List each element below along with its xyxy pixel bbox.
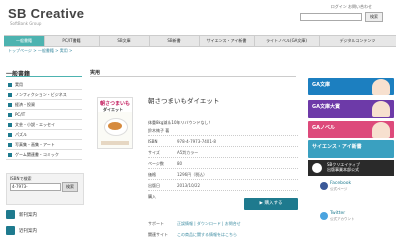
bullet-icon — [8, 153, 12, 157]
cover-title-2: ダイエット — [103, 107, 123, 112]
nav-sbbunko[interactable]: SB文庫 — [99, 36, 150, 46]
category-divider — [90, 76, 296, 77]
sidebar-divider — [6, 76, 82, 77]
twitter-icon[interactable] — [320, 212, 328, 220]
logo-subtitle: SoftBank Group — [10, 21, 42, 26]
sidebar-item-game[interactable]: ゲーム関連書・コミック — [6, 150, 82, 160]
character-illustration — [372, 79, 390, 95]
sidebar-item-nonfiction[interactable]: ノンフィクション・ビジネス — [6, 90, 82, 100]
character-illustration — [372, 122, 390, 138]
isbn-input[interactable]: 4-7973- — [10, 183, 61, 191]
sidebar-item-puzzle[interactable]: パズル — [6, 130, 82, 140]
bullet-icon — [8, 113, 12, 117]
info-row-price: 価格 1296円（税込） — [148, 170, 298, 180]
book-cover[interactable]: 朝さつまいも ダイエット — [97, 97, 133, 149]
nav-ga-bunko[interactable]: ライトノベル(GA文庫) — [254, 36, 320, 46]
site-search-button[interactable]: 検索 — [365, 12, 383, 22]
breadcrumb[interactable]: トップページ > 一般書籍 > 実用 > — [8, 48, 72, 53]
isbn-search-label: ISBNで検索 — [10, 176, 32, 181]
sidebar-item-photo[interactable]: 写真集・画集・アート — [6, 140, 82, 150]
cover-title: 朝さつまいも — [100, 101, 131, 107]
site-search-input[interactable] — [300, 13, 362, 21]
nav-pcit[interactable]: PC/IT書籍 — [44, 36, 100, 46]
main-nav: 一般書籍 PC/IT書籍 SB文庫 SB新書 サイエンス・アイ新書 ライトノベル… — [4, 35, 396, 47]
info-row-author: 鈴木絢子 著 — [148, 126, 298, 136]
site-logo[interactable]: SB Creative — [8, 6, 84, 21]
twitter-link[interactable]: Twitter — [330, 211, 345, 216]
facebook-link[interactable]: Facebook — [330, 181, 351, 186]
info-row-size: サイズ A5判カラー — [148, 148, 298, 158]
info-row-isbn: ISBN 978-4-7973-7401-8 — [148, 137, 298, 147]
sidebar-item-economy[interactable]: 経済・投資 — [6, 100, 82, 110]
nav-digital[interactable]: デジタルコンテンツ — [319, 36, 396, 46]
top-links[interactable]: ログイン お問い合わせ — [331, 4, 372, 10]
isbn-search-button[interactable]: 検索 — [62, 182, 78, 192]
new-releases-link[interactable]: 新刊案内 — [6, 210, 82, 222]
food-image — [108, 122, 122, 130]
sidebar-item-literature[interactable]: 文芸・小説・エッセイ — [6, 120, 82, 130]
cover-footer — [101, 141, 129, 145]
bullet-icon — [8, 123, 12, 127]
book-icon — [6, 210, 15, 219]
ad-banner-science-i[interactable]: サイエンス・アイ新書 — [308, 140, 394, 158]
nav-science-i[interactable]: サイエンス・アイ新書 — [199, 36, 255, 46]
facebook-sub: 公式ページ — [330, 187, 348, 191]
nav-sbshinsho[interactable]: SB新書 — [149, 36, 200, 46]
ad-banner-ga-taisho[interactable]: GA文庫大賞 — [308, 100, 394, 118]
bullet-icon — [8, 83, 12, 87]
info-row-pages: ページ数 80 — [148, 159, 298, 169]
sb-banner-text: SBクリエイティブ 出版事業本部公式 — [327, 162, 360, 172]
support-row: サポート 正誤情報 | ダウンロード | お問合せ — [148, 219, 241, 228]
bullet-icon — [8, 103, 12, 107]
bullet-icon — [8, 143, 12, 147]
ad-banner-ga-novel[interactable]: GAノベル — [308, 121, 394, 138]
sidebar-item-jitsuyo[interactable]: 実用 — [6, 80, 82, 90]
support-links[interactable]: 正誤情報 | ダウンロード | お問合せ — [177, 219, 241, 228]
buy-button[interactable]: ▶ 購入する — [244, 198, 298, 210]
related-link[interactable]: この商品に関する情報をはこちら — [177, 230, 237, 239]
twitter-sub: 公式アカウント — [330, 217, 355, 221]
sb-logo-icon — [312, 163, 322, 173]
nav-ippan[interactable]: 一般書籍 — [4, 36, 45, 46]
character-illustration — [372, 101, 390, 117]
calendar-icon — [6, 226, 15, 235]
category-title: 実用 — [90, 70, 101, 76]
upcoming-releases-link[interactable]: 近刊案内 — [6, 226, 82, 238]
bullet-icon — [8, 133, 12, 137]
book-title: 朝さつまいもダイエット — [148, 97, 220, 105]
related-row: 関連サイト この商品に関する情報をはこちら — [148, 230, 237, 239]
sidebar-item-pcit[interactable]: PC/IT — [6, 110, 82, 120]
facebook-icon[interactable] — [320, 182, 328, 190]
info-row-date: 出版日 2013/10/22 — [148, 181, 298, 191]
ad-banner-ga-bunko[interactable]: GA文庫 — [308, 78, 394, 95]
bullet-icon — [8, 93, 12, 97]
